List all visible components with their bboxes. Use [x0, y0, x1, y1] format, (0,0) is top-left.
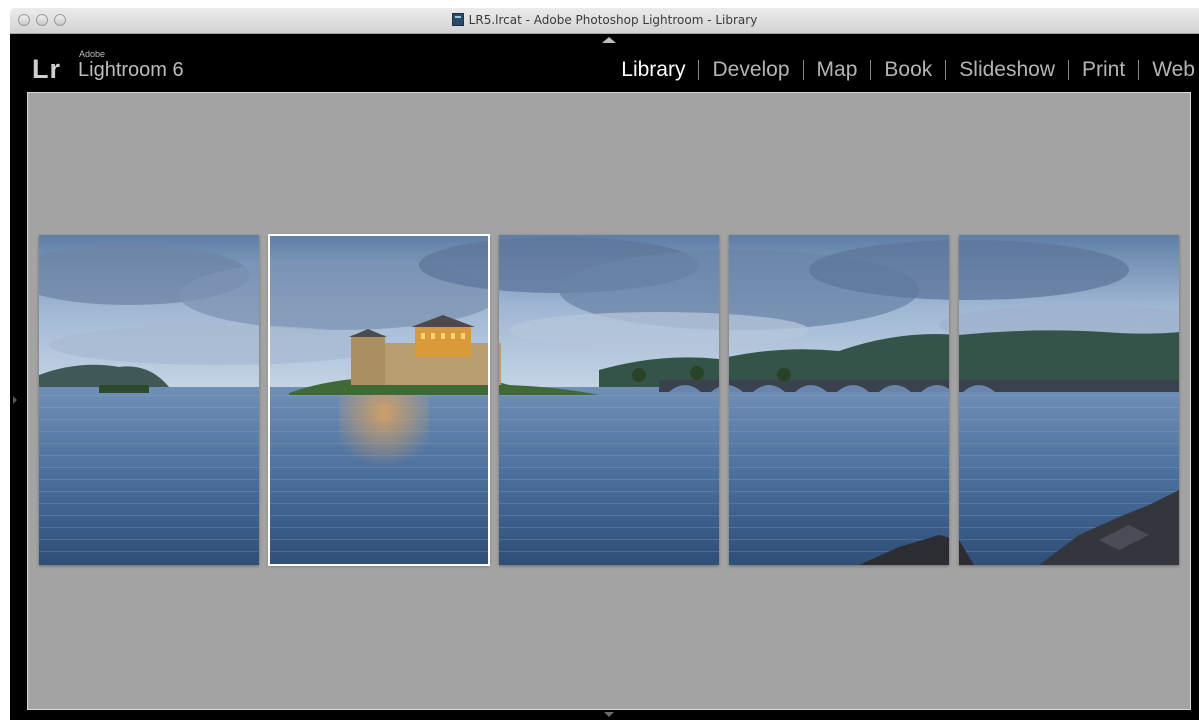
module-book[interactable]: Book [884, 58, 932, 82]
photo-thumbnail[interactable] [729, 235, 949, 565]
module-separator [1068, 60, 1069, 80]
module-picker: Library Develop Map Book Slideshow Print… [621, 58, 1195, 82]
product-name: Lightroom 6 [78, 59, 184, 81]
module-separator [802, 60, 804, 80]
panorama-photo-image [499, 235, 719, 565]
panorama-photo-image [39, 235, 259, 565]
panorama-photo-image [729, 235, 949, 565]
left-panel-expand-icon[interactable] [13, 396, 17, 404]
module-separator [870, 60, 872, 80]
bottom-panel-collapse-icon[interactable] [604, 712, 614, 717]
module-slideshow[interactable]: Slideshow [959, 58, 1055, 82]
module-separator [945, 60, 947, 80]
top-panel-collapse-icon[interactable] [602, 37, 616, 43]
photo-thumbnail[interactable] [39, 235, 259, 565]
panorama-photo-image [269, 235, 489, 565]
vendor-name: Adobe [79, 49, 106, 59]
module-separator [698, 60, 700, 80]
lightroom-app: Lr Adobe Lightroom 6 Library Develop Map… [10, 34, 1199, 720]
photo-thumbnail[interactable] [499, 235, 719, 565]
module-map[interactable]: Map [817, 58, 858, 82]
window-titlebar: LR5.lrcat - Adobe Photoshop Lightroom - … [10, 8, 1199, 34]
module-library[interactable]: Library [621, 58, 685, 82]
photo-stage [27, 92, 1191, 710]
module-develop[interactable]: Develop [712, 58, 789, 82]
lr-logo-mark: Lr [32, 54, 61, 84]
photo-thumbnail-selected[interactable] [268, 234, 490, 566]
lightroom-catalog-icon [451, 13, 464, 26]
window-title-text: LR5.lrcat - Adobe Photoshop Lightroom - … [468, 13, 758, 27]
photo-thumbnail[interactable] [959, 235, 1179, 565]
window-title: LR5.lrcat - Adobe Photoshop Lightroom - … [10, 13, 1199, 27]
module-print[interactable]: Print [1082, 58, 1125, 82]
module-separator [1138, 60, 1140, 80]
module-web[interactable]: Web [1152, 58, 1195, 82]
panorama-photo-image [959, 235, 1179, 565]
